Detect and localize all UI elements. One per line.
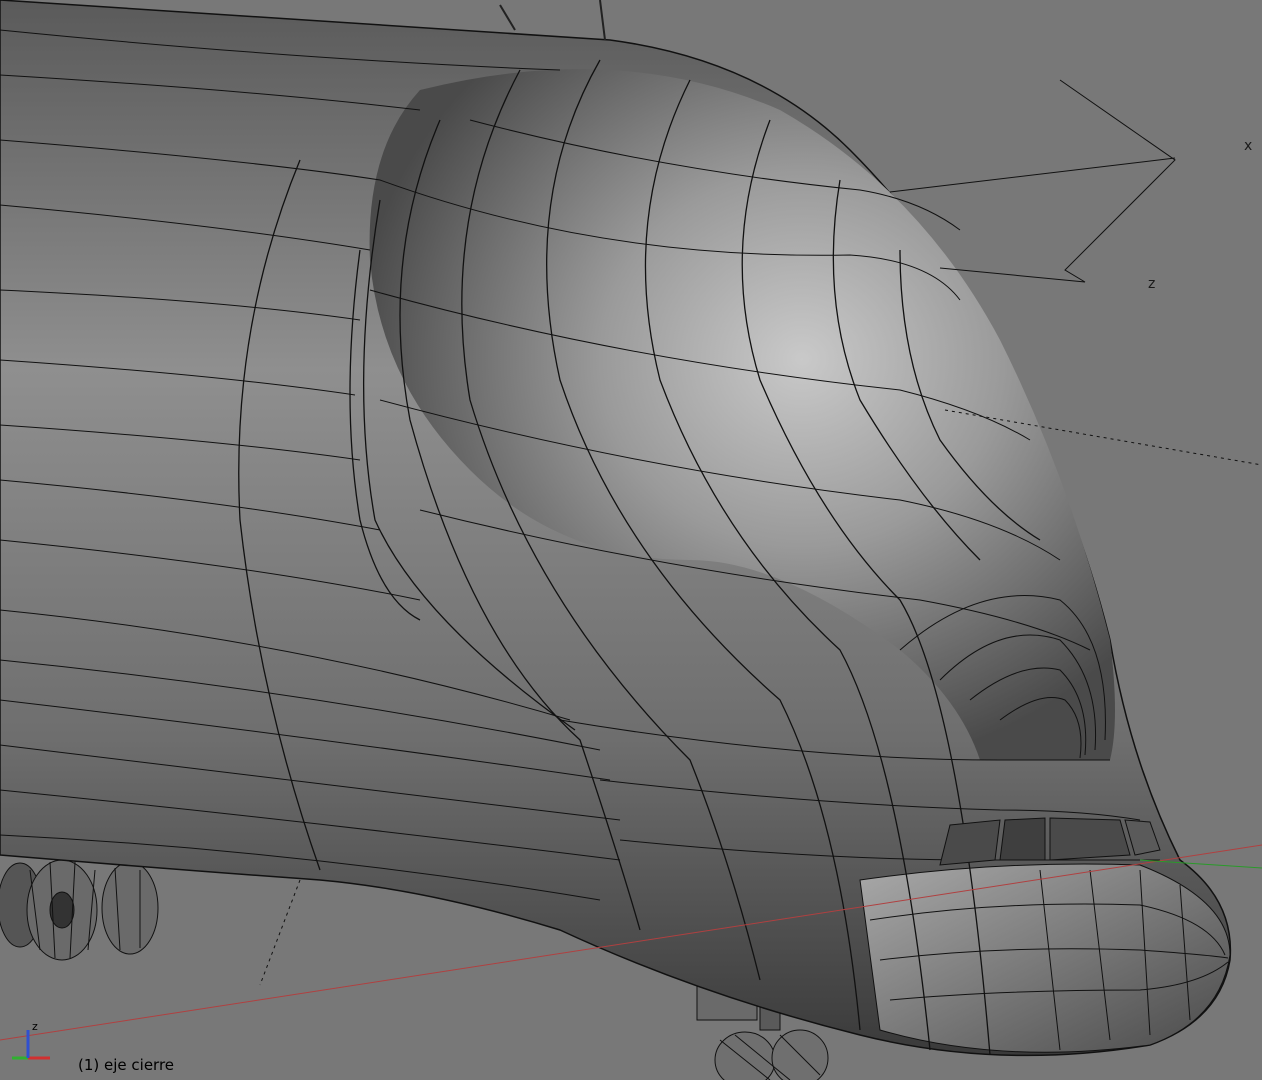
view-axis-icon: z bbox=[12, 1020, 50, 1060]
active-object-label: (1) eje cierre bbox=[78, 1056, 175, 1074]
corner-z-label: z bbox=[32, 1020, 38, 1033]
airplane-mesh-render[interactable] bbox=[0, 0, 1262, 1080]
nose-tip bbox=[859, 863, 1231, 1053]
gizmo-z-label: z bbox=[1148, 276, 1156, 292]
3d-viewport[interactable]: x z z (1) eje cierre bbox=[0, 0, 1262, 1080]
dotted-guide-line-rear bbox=[259, 879, 301, 986]
rear-landing-gear bbox=[0, 859, 159, 961]
gizmo-x-label: x bbox=[1244, 138, 1253, 154]
